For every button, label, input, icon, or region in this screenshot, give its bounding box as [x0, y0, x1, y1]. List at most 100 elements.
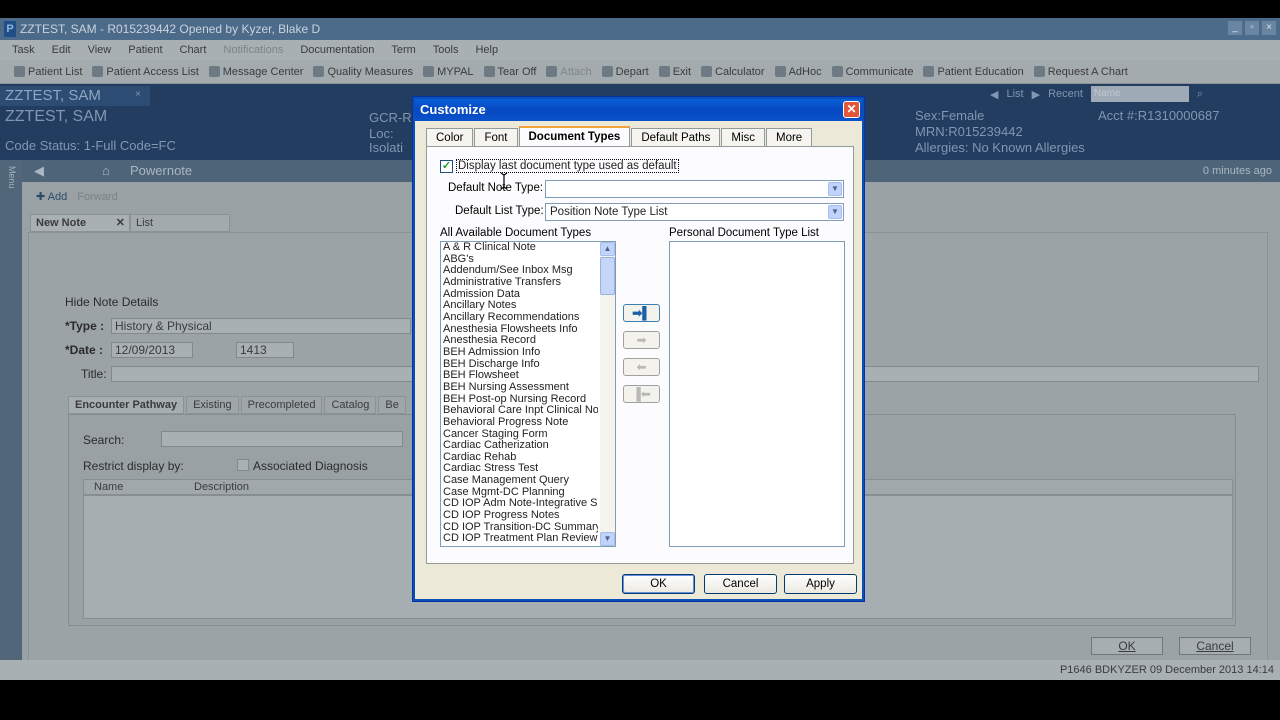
toolbar-tear-off[interactable]: Tear Off	[483, 66, 536, 78]
patient-tab[interactable]: ZZTEST, SAM ×	[0, 86, 150, 106]
document-type-item[interactable]: Case Mgmt-DC Planning	[441, 487, 598, 499]
document-type-item[interactable]: Behavioral Progress Note	[441, 417, 598, 429]
time-field[interactable]: 1413	[236, 342, 294, 358]
chevron-down-icon[interactable]: ▼	[828, 182, 842, 196]
toolbar-patient-access-list[interactable]: Patient Access List	[92, 66, 199, 78]
cancel-button[interactable]: Cancel	[1179, 637, 1251, 655]
menu-chart[interactable]: Chart	[180, 44, 207, 56]
tab-list[interactable]: List	[130, 214, 230, 232]
patient-search-input[interactable]: Name	[1090, 86, 1189, 102]
document-type-item[interactable]: Ancillary Recommendations	[441, 312, 598, 324]
default-list-type-select[interactable]: Position Note Type List ▼	[545, 203, 844, 221]
document-type-item[interactable]: BEH Post-op Nursing Record	[441, 394, 598, 406]
tab-precompleted[interactable]: Precompleted	[240, 396, 323, 414]
document-type-item[interactable]: Cardiac Catherization	[441, 440, 598, 452]
scroll-down-icon[interactable]: ▼	[600, 532, 615, 546]
move-right-button[interactable]: ➡	[623, 331, 660, 349]
pathway-search-input[interactable]	[161, 431, 403, 447]
home-icon[interactable]: ⌂	[102, 160, 110, 182]
restore-icon[interactable]: ▫	[1245, 21, 1259, 35]
toolbar-attach[interactable]: Attach	[546, 66, 592, 78]
move-all-right-button[interactable]: ➡▌	[623, 304, 660, 322]
document-type-item[interactable]: A & R Clinical Note	[441, 242, 598, 254]
document-type-item[interactable]: Administrative Transfers	[441, 277, 598, 289]
document-type-item[interactable]: Anesthesia Record	[441, 335, 598, 347]
tab-misc[interactable]: Misc	[721, 128, 765, 148]
forward-button[interactable]: Forward	[77, 191, 117, 203]
close-icon[interactable]: ×	[132, 89, 144, 101]
document-type-item[interactable]: CD IOP Treatment Plan Review	[441, 533, 598, 545]
document-type-item[interactable]: Case Management Query	[441, 475, 598, 487]
tab-document-types[interactable]: Document Types	[518, 126, 631, 148]
toolbar-patient-education[interactable]: Patient Education	[923, 66, 1024, 78]
personal-document-type-list[interactable]	[669, 241, 845, 547]
toolbar-patient-list[interactable]: Patient List	[14, 66, 82, 78]
add-button[interactable]: ✚ Add	[36, 190, 67, 203]
search-icon[interactable]: ⌕	[1197, 88, 1203, 101]
col-name[interactable]: Name	[94, 480, 123, 494]
document-type-item[interactable]: Behavioral Care Inpt Clinical Note	[441, 405, 598, 417]
document-type-item[interactable]: CD IOP Transition-DC Summary	[441, 522, 598, 534]
toolbar-request-chart[interactable]: Request A Chart	[1033, 66, 1128, 78]
close-icon[interactable]: ×	[1262, 21, 1276, 35]
dialog-apply-button[interactable]: Apply	[784, 574, 857, 594]
checkmark-icon[interactable]: ✓	[440, 159, 453, 173]
menu-patient[interactable]: Patient	[128, 44, 162, 56]
document-type-item[interactable]: Ancillary Notes	[441, 300, 598, 312]
menu-edit[interactable]: Edit	[52, 44, 71, 56]
hide-note-details[interactable]: Hide Note Details	[65, 295, 158, 309]
dialog-cancel-button[interactable]: Cancel	[704, 574, 777, 594]
nav-recent[interactable]: Recent	[1048, 88, 1083, 100]
toolbar-calculator[interactable]: Calculator	[701, 66, 765, 78]
scroll-thumb[interactable]	[600, 257, 615, 295]
ok-button[interactable]: OK	[1091, 637, 1163, 655]
menu-tools[interactable]: Tools	[433, 44, 459, 56]
document-type-item[interactable]: Addendum/See Inbox Msg	[441, 265, 598, 277]
tab-be[interactable]: Be	[378, 396, 406, 414]
left-menu-strip[interactable]: Menu	[0, 160, 22, 680]
display-last-type-checkbox[interactable]: ✓ Display last document type used as def…	[440, 159, 679, 173]
tab-existing[interactable]: Existing	[186, 396, 239, 414]
move-all-left-button[interactable]: ▐⬅	[623, 385, 660, 403]
tab-color[interactable]: Color	[426, 128, 474, 148]
all-document-types-list[interactable]: A & R Clinical Note ABG's Addendum/See Inb…	[440, 241, 616, 547]
document-type-item[interactable]: BEH Discharge Info	[441, 359, 598, 371]
toolbar-mypal[interactable]: MYPAL	[423, 66, 474, 78]
document-type-item[interactable]: BEH Flowsheet	[441, 370, 598, 382]
document-type-item[interactable]: Admission Data	[441, 289, 598, 301]
tab-font[interactable]: Font	[474, 128, 518, 148]
scroll-up-icon[interactable]: ▲	[600, 242, 615, 256]
forward-arrow-icon[interactable]: ▶	[1032, 88, 1040, 101]
document-type-item[interactable]: Cardiac Rehab	[441, 452, 598, 464]
menu-notifications[interactable]: Notifications	[223, 44, 283, 56]
document-type-item[interactable]: ABG's	[441, 254, 598, 266]
tab-default-paths[interactable]: Default Paths	[631, 128, 721, 148]
back-arrow-icon[interactable]: ◀	[990, 88, 998, 101]
toolbar-communicate[interactable]: Communicate	[831, 66, 913, 78]
default-note-type-select[interactable]: ▼	[545, 180, 844, 198]
nav-list[interactable]: List	[1006, 88, 1023, 100]
document-type-item[interactable]: BEH Nursing Assessment	[441, 382, 598, 394]
menu-term[interactable]: Term	[391, 44, 415, 56]
document-type-item[interactable]: Cardiac Stress Test	[441, 463, 598, 475]
chevron-down-icon[interactable]: ▼	[828, 205, 842, 219]
menu-task[interactable]: Task	[12, 44, 35, 56]
menu-view[interactable]: View	[88, 44, 112, 56]
date-field[interactable]: 12/09/2013	[111, 342, 193, 358]
type-select[interactable]: History & Physical	[111, 318, 411, 334]
document-type-item[interactable]: BEH Admission Info	[441, 347, 598, 359]
menu-help[interactable]: Help	[475, 44, 498, 56]
list-scrollbar[interactable]: ▲ ▼	[600, 242, 615, 546]
document-type-item[interactable]: Anesthesia Flowsheets Info	[441, 324, 598, 336]
toolbar-exit[interactable]: Exit	[658, 66, 691, 78]
tab-new-note[interactable]: New Note ✕	[30, 214, 130, 232]
menu-documentation[interactable]: Documentation	[300, 44, 374, 56]
toolbar-message-center[interactable]: Message Center	[208, 66, 303, 78]
close-icon[interactable]: ✕	[116, 215, 125, 231]
move-left-button[interactable]: ⬅	[623, 358, 660, 376]
dialog-ok-button[interactable]: OK	[622, 574, 695, 594]
tab-encounter-pathway[interactable]: Encounter Pathway	[68, 396, 185, 414]
toolbar-adhoc[interactable]: AdHoc	[774, 66, 822, 78]
toolbar-depart[interactable]: Depart	[601, 66, 649, 78]
minimize-icon[interactable]: _	[1228, 21, 1242, 35]
